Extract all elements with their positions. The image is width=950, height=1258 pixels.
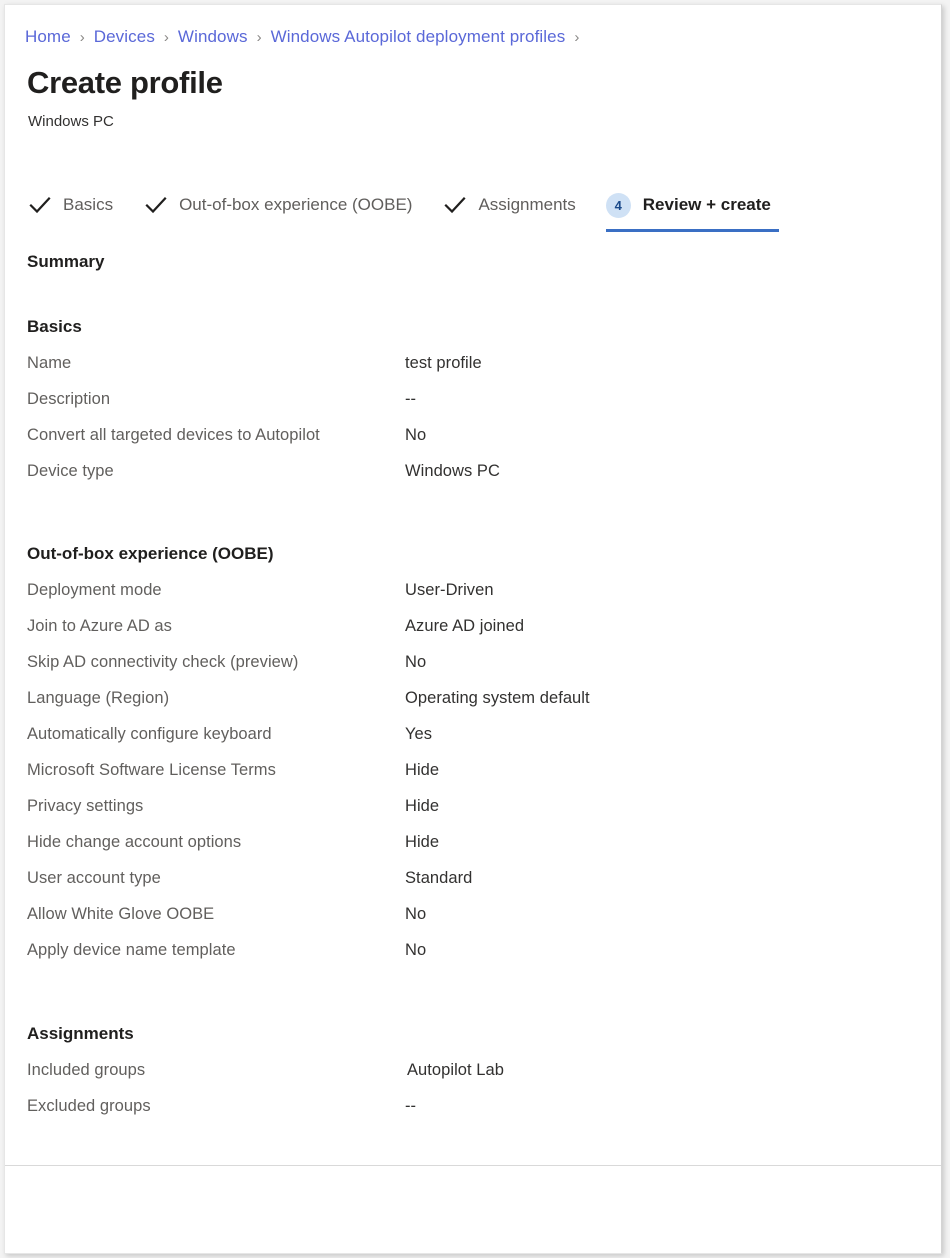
summary-row: Allow White Glove OOBE No: [5, 905, 941, 941]
summary-row-value: No: [405, 941, 426, 960]
summary-row-label: Included groups: [27, 1061, 145, 1080]
section-rows: Name test profile Description -- Convert all…: [5, 354, 941, 498]
summary-row: Included groups Autopilot Lab: [5, 1061, 941, 1097]
wizard-tab-label: Review + create: [643, 195, 771, 215]
summary-row-value: Operating system default: [405, 689, 590, 708]
wizard-tab-3[interactable]: 4 Review + create: [606, 185, 779, 225]
summary-row-value: --: [405, 390, 416, 409]
summary-row: Convert all targeted devices to Autopilo…: [5, 426, 941, 462]
section-heading: Basics: [27, 317, 82, 337]
breadcrumb-separator-icon: ›: [80, 29, 85, 46]
summary-row-label: Allow White Glove OOBE: [27, 905, 214, 924]
check-icon: [442, 192, 468, 218]
summary-row: Device type Windows PC: [5, 462, 941, 498]
summary-row-label: Convert all targeted devices to Autopilo…: [27, 426, 320, 445]
breadcrumb-link-3[interactable]: Windows Autopilot deployment profiles: [271, 27, 566, 47]
summary-row-label: Description: [27, 390, 110, 409]
summary-row-label: Privacy settings: [27, 797, 143, 816]
summary-row-label: User account type: [27, 869, 161, 888]
wizard-tabs: Basics Out-of-box experience (OOBE) Assign…: [27, 185, 932, 233]
summary-row: Excluded groups --: [5, 1097, 941, 1133]
summary-row-value: Standard: [405, 869, 472, 888]
summary-row: Skip AD connectivity check (preview) No: [5, 653, 941, 689]
summary-row-label: Join to Azure AD as: [27, 617, 172, 636]
create-profile-blade: Home › Devices › Windows › Windows Autopilot d…: [4, 4, 942, 1254]
breadcrumb-separator-icon: ›: [574, 29, 579, 46]
summary-row-label: Name: [27, 354, 71, 373]
section-heading: Assignments: [27, 1024, 134, 1044]
summary-row-value: Windows PC: [405, 462, 500, 481]
summary-row-value: Hide: [405, 761, 439, 780]
summary-heading: Summary: [27, 252, 104, 272]
summary-row: Join to Azure AD as Azure AD joined: [5, 617, 941, 653]
summary-row: User account type Standard: [5, 869, 941, 905]
section-rows: Deployment mode User-Driven Join to Azure …: [5, 581, 941, 977]
summary-row: Apply device name template No: [5, 941, 941, 977]
check-icon: [143, 192, 169, 218]
breadcrumb-link-2[interactable]: Windows: [178, 27, 248, 47]
summary-row-label: Excluded groups: [27, 1097, 151, 1116]
summary-row-value: --: [405, 1097, 416, 1116]
summary-row: Description --: [5, 390, 941, 426]
breadcrumb-separator-icon: ›: [164, 29, 169, 46]
breadcrumb-link-0[interactable]: Home: [25, 27, 71, 47]
check-icon: [27, 192, 53, 218]
summary-row-value: test profile: [405, 354, 482, 373]
summary-row-value: Yes: [405, 725, 432, 744]
tab-active-underline: [606, 229, 779, 232]
breadcrumb: Home › Devices › Windows › Windows Autopilot d…: [25, 25, 588, 49]
wizard-tab-0[interactable]: Basics: [27, 185, 121, 225]
summary-row-value: No: [405, 426, 426, 445]
summary-row-value: User-Driven: [405, 581, 494, 600]
tab-step-badge: 4: [606, 193, 631, 218]
summary-row: Privacy settings Hide: [5, 797, 941, 833]
wizard-tab-2[interactable]: Assignments: [442, 185, 583, 225]
page-title: Create profile: [27, 65, 223, 101]
summary-row-label: Language (Region): [27, 689, 169, 708]
summary-row-value: Hide: [405, 797, 439, 816]
breadcrumb-separator-icon: ›: [257, 29, 262, 46]
summary-row-label: Automatically configure keyboard: [27, 725, 272, 744]
wizard-tab-label: Out-of-box experience (OOBE): [179, 195, 412, 215]
summary-row-value: Autopilot Lab: [407, 1061, 504, 1080]
wizard-tab-label: Assignments: [478, 195, 575, 215]
summary-row-label: Device type: [27, 462, 114, 481]
summary-row-value: No: [405, 905, 426, 924]
summary-row: Language (Region) Operating system defaul…: [5, 689, 941, 725]
wizard-tab-1[interactable]: Out-of-box experience (OOBE): [143, 185, 420, 225]
page-subtitle: Windows PC: [28, 113, 114, 130]
section-rows: Included groups Autopilot Lab Excluded gro…: [5, 1061, 941, 1133]
summary-row: Microsoft Software License Terms Hide: [5, 761, 941, 797]
breadcrumb-link-1[interactable]: Devices: [94, 27, 155, 47]
summary-row-value: No: [405, 653, 426, 672]
wizard-tab-label: Basics: [63, 195, 113, 215]
footer-action-bar: Previous Create: [5, 1166, 941, 1253]
section-heading: Out-of-box experience (OOBE): [27, 544, 274, 564]
summary-row: Deployment mode User-Driven: [5, 581, 941, 617]
summary-row-label: Skip AD connectivity check (preview): [27, 653, 298, 672]
summary-row-label: Hide change account options: [27, 833, 241, 852]
summary-row: Name test profile: [5, 354, 941, 390]
summary-row-value: Hide: [405, 833, 439, 852]
summary-row: Hide change account options Hide: [5, 833, 941, 869]
summary-row: Automatically configure keyboard Yes: [5, 725, 941, 761]
summary-row-label: Deployment mode: [27, 581, 162, 600]
summary-row-value: Azure AD joined: [405, 617, 524, 636]
summary-row-label: Apply device name template: [27, 941, 236, 960]
summary-row-label: Microsoft Software License Terms: [27, 761, 276, 780]
